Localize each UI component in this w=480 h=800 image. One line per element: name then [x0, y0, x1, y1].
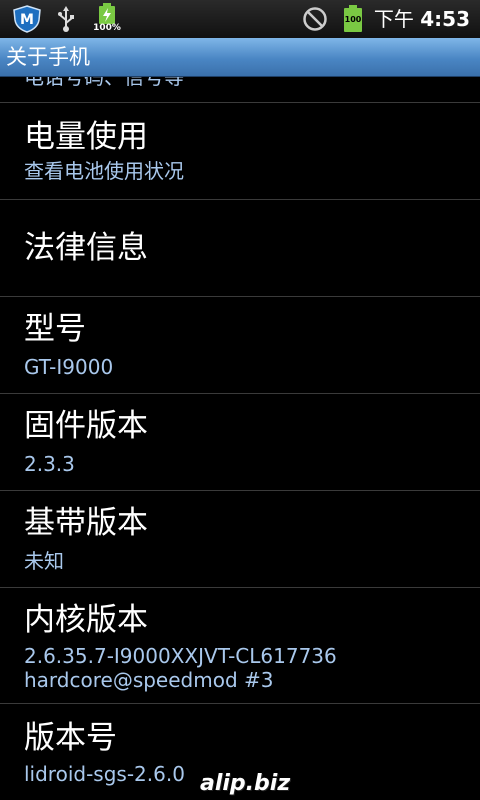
page-title: 关于手机: [6, 45, 90, 69]
battery-charging-icon: 100%: [92, 3, 122, 37]
list-item-title: 电量使用: [24, 119, 148, 155]
list-item-title: 版本号: [24, 720, 117, 756]
list-item-kernel-version: 内核版本 2.6.35.7-I9000XXJVT-CL617736 hardco…: [0, 588, 480, 703]
clock-time: 4:53: [420, 7, 470, 31]
battery-percent-text: 100%: [93, 23, 121, 33]
list-item-title: 固件版本: [24, 408, 148, 444]
clock: 下午 4:53: [374, 6, 470, 32]
title-bar: 关于手机: [0, 38, 480, 77]
list-item-summary: lidroid-sgs-2.6.0: [24, 762, 185, 786]
list-item-summary: 2.3.3: [24, 452, 75, 476]
list-item-summary: 查看电池使用状况: [24, 159, 184, 183]
list-item-summary: GT-I9000: [24, 355, 114, 379]
list-item-summary: 2.6.35.7-I9000XXJVT-CL617736: [24, 644, 337, 668]
shield-m-icon: M: [12, 5, 42, 33]
list-item-firmware-version: 固件版本 2.3.3: [0, 394, 480, 490]
watermark: alip.biz: [200, 771, 291, 796]
list-item-baseband-version: 基带版本 未知: [0, 491, 480, 587]
clock-period: 下午: [373, 7, 414, 31]
battery-level-text: 100: [344, 15, 362, 24]
list-item-title: 内核版本: [24, 602, 148, 638]
battery-icon: 100: [343, 5, 363, 33]
list-item-title: 基带版本: [24, 505, 148, 541]
usb-icon: [56, 6, 76, 32]
list-item-model: 型号 GT-I9000: [0, 297, 480, 393]
list-item-partial-summary: 电话号码、信号等: [24, 77, 184, 89]
list-item-title: 型号: [24, 311, 86, 347]
no-signal-icon: [302, 6, 328, 32]
list-item-battery-use[interactable]: 电量使用 查看电池使用状况: [0, 103, 480, 199]
list-item-summary: 未知: [24, 549, 64, 573]
svg-text:M: M: [20, 12, 34, 28]
settings-list[interactable]: 电话号码、信号等 电量使用 查看电池使用状况 法律信息 型号 GT-I9000 …: [0, 77, 480, 800]
list-item-summary-line2: hardcore@speedmod #3: [24, 668, 274, 692]
list-item-title: 法律信息: [24, 230, 148, 266]
status-bar: M 100% 100 下午 4:53: [0, 0, 480, 39]
list-item-legal-info[interactable]: 法律信息: [0, 200, 480, 296]
